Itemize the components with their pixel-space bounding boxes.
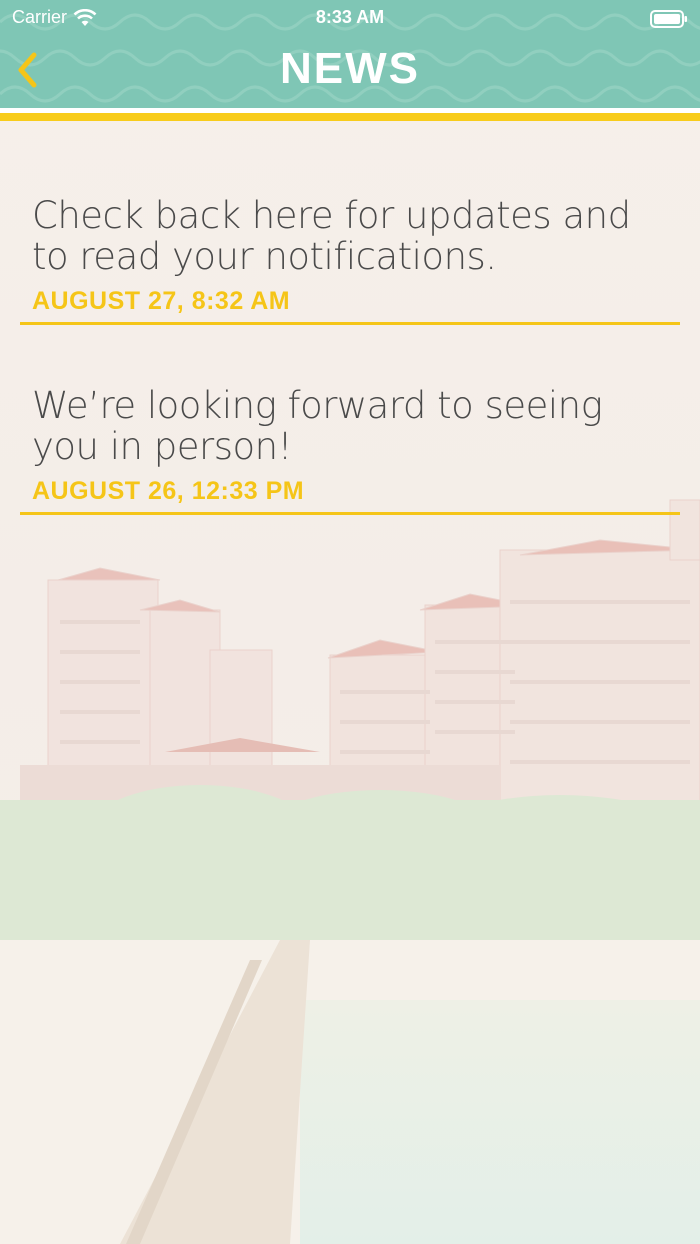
news-message: Check back here for updates and to read … bbox=[32, 194, 631, 278]
news-date: AUGUST 27, 8:32 AM bbox=[32, 287, 291, 315]
news-date: AUGUST 26, 12:33 PM bbox=[32, 477, 305, 505]
background-image bbox=[0, 0, 700, 1244]
page-title: NEWS bbox=[280, 44, 420, 93]
news-message: We’re looking forward to seeing you in p… bbox=[32, 384, 603, 468]
news-divider bbox=[20, 512, 680, 515]
nav-bar: Carrier 8:33 AM NEWS bbox=[0, 0, 700, 108]
status-time: 8:33 AM bbox=[315, 7, 385, 27]
battery-icon bbox=[650, 10, 687, 28]
news-divider bbox=[20, 322, 680, 325]
header-divider-gold bbox=[0, 113, 700, 121]
news-item[interactable]: We’re looking forward to seeing you in p… bbox=[20, 385, 680, 515]
news-item[interactable]: Check back here for updates and to read … bbox=[20, 195, 680, 325]
status-bar: Carrier 8:33 AM bbox=[0, 0, 700, 36]
